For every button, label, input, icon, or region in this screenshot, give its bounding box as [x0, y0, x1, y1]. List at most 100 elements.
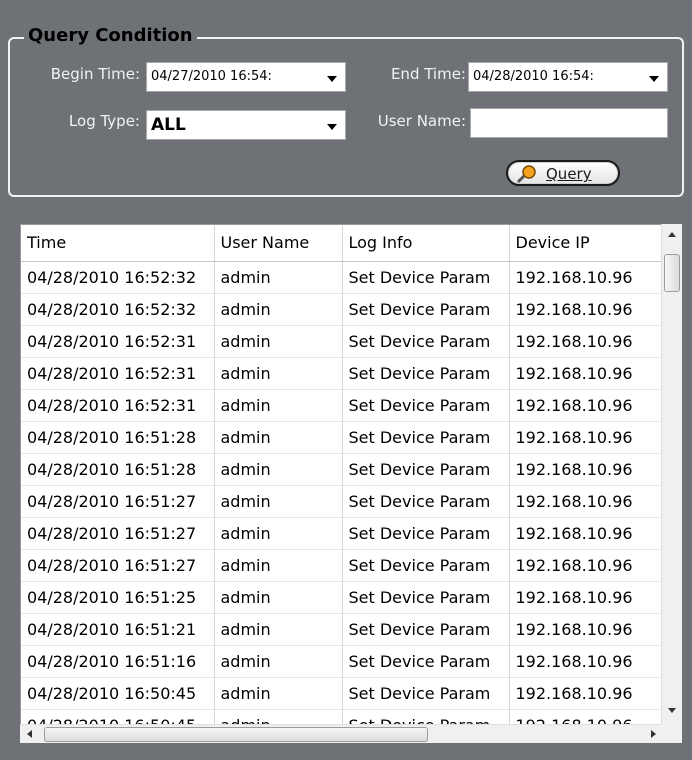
cell-time: 04/28/2010 16:52:32: [21, 261, 215, 294]
column-header-log-info[interactable]: Log Info: [342, 225, 510, 262]
cell-log-info: Set Device Param: [342, 645, 510, 678]
scrollbar-corner: [661, 724, 682, 743]
horizontal-scroll-thumb[interactable]: [44, 727, 428, 742]
cell-device-ip: 192.168.10.96: [509, 677, 663, 710]
cell-user-name: admin: [214, 261, 343, 294]
table-header-row: Time User Name Log Info Device IP: [21, 225, 663, 262]
cell-user-name: admin: [214, 357, 343, 390]
cell-user-name: admin: [214, 517, 343, 550]
table-row[interactable]: 04/28/2010 16:52:31 admin Set Device Param…: [21, 389, 663, 422]
cell-device-ip: 192.168.10.96: [509, 421, 663, 454]
cell-log-info: Set Device Param: [342, 613, 510, 646]
chevron-down-icon[interactable]: [327, 124, 337, 130]
end-time-picker[interactable]: 04/28/2010 16:54:: [468, 62, 668, 92]
cell-user-name: admin: [214, 581, 343, 614]
cell-user-name: admin: [214, 325, 343, 358]
cell-device-ip: 192.168.10.96: [509, 581, 663, 614]
cell-device-ip: 192.168.10.96: [509, 261, 663, 294]
arrow-right-icon[interactable]: [651, 730, 656, 738]
column-header-time[interactable]: Time: [21, 225, 215, 262]
cell-log-info: Set Device Param: [342, 485, 510, 518]
cell-user-name: admin: [214, 421, 343, 454]
table-row[interactable]: 04/28/2010 16:52:32 admin Set Device Param…: [21, 261, 663, 294]
log-type-select[interactable]: ALL: [146, 110, 346, 140]
cell-log-info: Set Device Param: [342, 325, 510, 358]
table-row[interactable]: 04/28/2010 16:51:21 admin Set Device Param…: [21, 613, 663, 646]
table-row[interactable]: 04/28/2010 16:51:27 admin Set Device Param…: [21, 485, 663, 518]
table-row[interactable]: 04/28/2010 16:51:28 admin Set Device Param…: [21, 421, 663, 454]
cell-log-info: Set Device Param: [342, 549, 510, 582]
cell-log-info: Set Device Param: [342, 677, 510, 710]
query-condition-legend: Query Condition: [24, 25, 197, 47]
table-row[interactable]: 04/28/2010 16:52:31 admin Set Device Param…: [21, 325, 663, 358]
cell-user-name: admin: [214, 293, 343, 326]
cell-time: 04/28/2010 16:51:27: [21, 517, 215, 550]
query-button[interactable]: Query: [506, 160, 620, 186]
arrow-up-icon[interactable]: [668, 232, 676, 237]
cell-time: 04/28/2010 16:51:25: [21, 581, 215, 614]
end-time-label: End Time:: [390, 65, 466, 83]
table-row[interactable]: 04/28/2010 16:50:45adminSet Device Param…: [21, 677, 663, 710]
cell-time: 04/28/2010 16:51:27: [21, 549, 215, 582]
cell-user-name: admin: [214, 389, 343, 422]
cell-log-info: Set Device Param: [342, 581, 510, 614]
user-name-label: User Name:: [377, 112, 466, 130]
cell-time: 04/28/2010 16:52:31: [21, 389, 215, 422]
cell-device-ip: 192.168.10.96: [509, 549, 663, 582]
log-table: Time User Name Log Info Device IP 04/28/…: [20, 224, 668, 743]
cell-time: 04/28/2010 16:51:28: [21, 453, 215, 486]
table-row[interactable]: 04/28/2010 16:51:16 admin Set Device Param…: [21, 645, 663, 678]
cell-device-ip: 192.168.10.96: [509, 517, 663, 550]
chevron-down-icon[interactable]: [327, 76, 337, 82]
cell-device-ip: 192.168.10.96: [509, 645, 663, 678]
cell-log-info: Set Device Param: [342, 453, 510, 486]
column-header-device-ip[interactable]: Device IP: [509, 225, 663, 262]
search-magnifier-icon: [516, 165, 536, 184]
cell-device-ip: 192.168.10.96: [509, 325, 663, 358]
cell-time: 04/28/2010 16:51:16: [21, 645, 215, 678]
cell-time: 04/28/2010 16:52:31: [21, 325, 215, 358]
end-time-value: 04/28/2010 16:54:: [473, 69, 594, 84]
cell-time: 04/28/2010 16:51:27: [21, 485, 215, 518]
begin-time-label: Begin Time:: [50, 65, 140, 83]
table-row[interactable]: 04/28/2010 16:52:31 admin Set Device Param…: [21, 357, 663, 390]
cell-log-info: Set Device Param: [342, 517, 510, 550]
cell-device-ip: 192.168.10.96: [509, 613, 663, 646]
begin-time-value: 04/27/2010 16:54:: [151, 69, 272, 84]
vertical-scroll-thumb[interactable]: [664, 254, 680, 292]
vertical-scrollbar[interactable]: [661, 224, 682, 725]
cell-user-name: admin: [214, 613, 343, 646]
user-name-input[interactable]: [470, 108, 668, 138]
cell-user-name: admin: [214, 549, 343, 582]
chevron-down-icon[interactable]: [649, 76, 659, 82]
cell-time: 04/28/2010 16:52:32: [21, 293, 215, 326]
cell-user-name: admin: [214, 677, 343, 710]
table-row[interactable]: 04/28/2010 16:51:27 admin Set Device Param…: [21, 549, 663, 582]
cell-device-ip: 192.168.10.96: [509, 293, 663, 326]
log-type-label: Log Type:: [68, 112, 140, 130]
cell-log-info: Set Device Param: [342, 261, 510, 294]
cell-time: 04/28/2010 16:51:28: [21, 421, 215, 454]
table-row[interactable]: 04/28/2010 16:52:32 admin Set Device Param…: [21, 293, 663, 326]
cell-device-ip: 192.168.10.96: [509, 453, 663, 486]
arrow-down-icon[interactable]: [668, 708, 676, 713]
query-button-label: Query: [546, 165, 592, 183]
cell-log-info: Set Device Param: [342, 421, 510, 454]
horizontal-scrollbar[interactable]: [20, 724, 682, 743]
cell-device-ip: 192.168.10.96: [509, 357, 663, 390]
cell-time: 04/28/2010 16:50:45: [21, 677, 215, 710]
cell-log-info: Set Device Param: [342, 357, 510, 390]
cell-device-ip: 192.168.10.96: [509, 485, 663, 518]
cell-user-name: admin: [214, 453, 343, 486]
cell-user-name: admin: [214, 485, 343, 518]
cell-time: 04/28/2010 16:51:21: [21, 613, 215, 646]
table-row[interactable]: 04/28/2010 16:51:27 admin Set Device Param…: [21, 517, 663, 550]
cell-log-info: Set Device Param: [342, 293, 510, 326]
cell-device-ip: 192.168.10.96: [509, 389, 663, 422]
arrow-left-icon[interactable]: [27, 730, 32, 738]
table-row[interactable]: 04/28/2010 16:51:28 admin Set Device Param…: [21, 453, 663, 486]
begin-time-picker[interactable]: 04/27/2010 16:54:: [146, 62, 346, 92]
table-row[interactable]: 04/28/2010 16:51:25 admin Set Device Param…: [21, 581, 663, 614]
log-type-value: ALL: [151, 115, 186, 135]
column-header-user-name[interactable]: User Name: [214, 225, 343, 262]
